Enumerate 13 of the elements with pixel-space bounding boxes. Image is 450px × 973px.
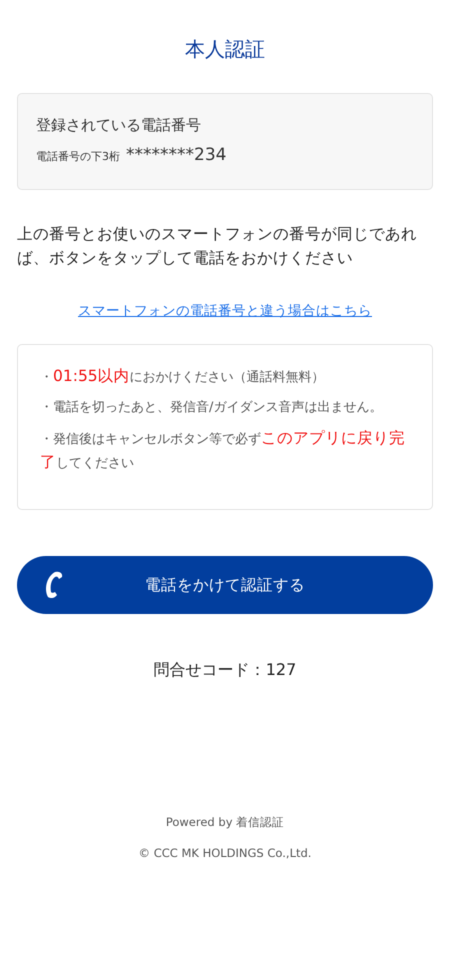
- masked-phone-number: ********234: [126, 145, 226, 165]
- instruction-text: 上の番号とお使いのスマートフォンの番号が同じであれば、ボタンをタップして電話をおかけください: [17, 224, 418, 269]
- number-label: 電話番号の下3桁: [36, 149, 120, 164]
- inquiry-code: 問合せコード：127: [152, 660, 298, 681]
- note-text: ・電話を切ったあと、発信音/ガイダンス音声は出ません。: [40, 399, 384, 417]
- copyright-text: © CCC MK HOLDINGS Co.,Ltd.: [138, 846, 312, 860]
- note-text: ・発信後はキャンセルボタン等で必ずこのアプリに戻り完了 してください: [40, 428, 406, 473]
- card-heading: 登録されている電話番号: [36, 116, 202, 135]
- note-text: ・01:55以内 におかけください（通話料無料）: [40, 366, 326, 387]
- call-button[interactable]: 電話をかけて認証する: [17, 556, 433, 614]
- different-number-link[interactable]: スマートフォンの電話番号と違う場合はこちら: [78, 302, 372, 320]
- powered-by-text: Powered by 着信認証: [164, 815, 286, 830]
- page-title: 本人認証: [184, 36, 266, 63]
